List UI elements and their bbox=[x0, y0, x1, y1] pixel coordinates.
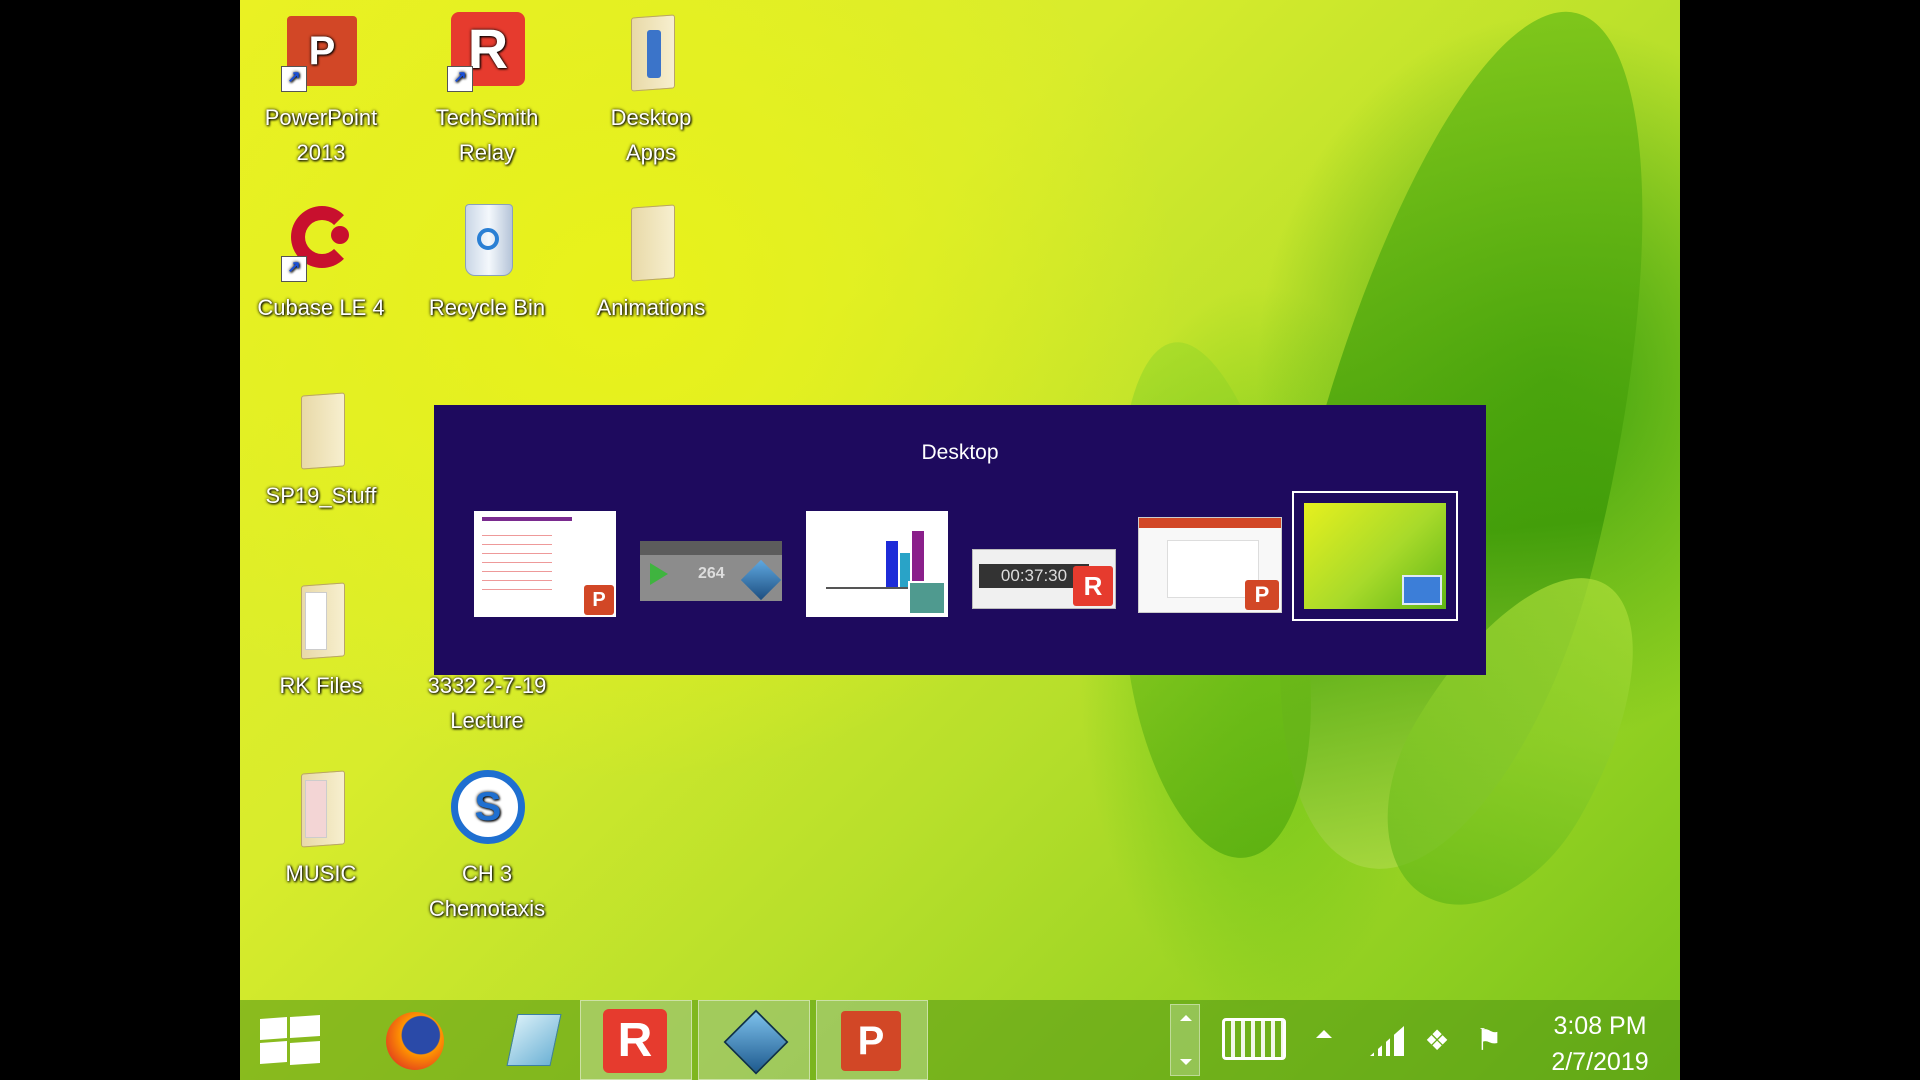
folder-icon bbox=[301, 392, 345, 470]
signal-icon[interactable] bbox=[1370, 1026, 1404, 1056]
shortcut-arrow-icon: ↗ bbox=[447, 66, 473, 92]
shortcut-arrow-icon: ↗ bbox=[281, 256, 307, 282]
desktop-icon-cubase[interactable]: ↗ Cubase LE 4 bbox=[246, 190, 396, 325]
icon-label: Cubase LE 4 bbox=[257, 295, 385, 320]
start-button[interactable] bbox=[240, 1000, 352, 1080]
techsmith-relay-icon: R bbox=[603, 1009, 667, 1073]
icon-label: PowerPoint bbox=[264, 105, 378, 130]
snagit-video-icon: S bbox=[451, 770, 525, 844]
clock-time: 3:08 PM bbox=[1553, 1012, 1647, 1040]
icon-label: CH 3 bbox=[461, 861, 513, 886]
switcher-thumb-powerpoint-slide[interactable]: P bbox=[464, 501, 626, 627]
desktop-screen: P ↗ PowerPoint 2013 R ↗ TechSmith Relay De… bbox=[240, 0, 1680, 1080]
chevron-down-icon bbox=[1180, 1059, 1192, 1065]
desktop-icon-rk-files[interactable]: RK Files bbox=[246, 568, 396, 703]
taskbar-scroll[interactable] bbox=[1170, 1004, 1200, 1076]
switcher-thumb-media-player[interactable]: 264 bbox=[630, 501, 792, 627]
folder-icon bbox=[631, 204, 675, 282]
desktop-icon-music[interactable]: MUSIC bbox=[246, 756, 396, 891]
shortcut-arrow-icon: ↗ bbox=[281, 66, 307, 92]
powerpoint-icon: P bbox=[841, 1011, 901, 1071]
icon-label: Recycle Bin bbox=[428, 295, 546, 320]
desktop-icon bbox=[1402, 575, 1442, 605]
switcher-thumb-powerpoint-window[interactable]: P bbox=[1128, 501, 1290, 627]
powerpoint-icon: P bbox=[1245, 580, 1279, 610]
icon-label: Lecture bbox=[450, 708, 524, 733]
icon-label: Animations bbox=[596, 295, 706, 320]
switcher-title: Desktop bbox=[921, 441, 999, 464]
taskbar-powerpoint[interactable]: P bbox=[816, 1000, 928, 1080]
task-switcher: Desktop P 264 00:37:30 R P bbox=[434, 405, 1486, 675]
icon-label: 2013 bbox=[296, 140, 346, 165]
desktop-icon-techsmith-relay[interactable]: R ↗ TechSmith Relay bbox=[412, 0, 562, 170]
techsmith-relay-icon: R bbox=[1073, 566, 1113, 606]
play-icon bbox=[650, 563, 668, 585]
action-center-flag-icon[interactable]: ⚑ bbox=[1472, 1024, 1506, 1058]
icon-label: MUSIC bbox=[285, 861, 357, 886]
desktop-icon-desktop-apps[interactable]: Desktop Apps bbox=[576, 0, 726, 170]
taskbar-cube-app[interactable] bbox=[698, 1000, 810, 1080]
windows-logo-icon bbox=[260, 1014, 320, 1066]
firefox-icon bbox=[386, 1012, 444, 1070]
icon-label: Relay bbox=[458, 140, 516, 165]
switcher-thumb-relay-recorder[interactable]: 00:37:30 R bbox=[962, 501, 1124, 627]
cube-icon bbox=[723, 1009, 789, 1075]
switcher-thumb-desktop[interactable] bbox=[1292, 491, 1458, 621]
desktop-icon-animations[interactable]: Animations bbox=[576, 190, 726, 325]
icon-label: Chemotaxis bbox=[428, 896, 546, 921]
show-hidden-icons-button[interactable] bbox=[1316, 1030, 1332, 1038]
clock-date: 2/7/2019 bbox=[1551, 1048, 1649, 1076]
icon-label: Apps bbox=[625, 140, 677, 165]
blue-app-icon bbox=[506, 1014, 562, 1066]
icon-label: SP19_Stuff bbox=[265, 483, 377, 508]
counter-text: 264 bbox=[698, 565, 725, 582]
switcher-thumb-chart[interactable] bbox=[796, 501, 958, 627]
dropbox-icon[interactable]: ❖ bbox=[1420, 1024, 1454, 1058]
taskbar: R P ❖ ⚑ 3:08 PM 2/7/2019 bbox=[240, 1000, 1680, 1080]
desktop-icon-sp19-stuff[interactable]: SP19_Stuff bbox=[246, 378, 396, 513]
icon-label: Desktop bbox=[610, 105, 692, 130]
clock[interactable]: 3:08 PM 2/7/2019 bbox=[1530, 1008, 1670, 1080]
taskbar-firefox[interactable] bbox=[358, 1000, 470, 1080]
desktop-icon-recycle-bin[interactable]: Recycle Bin bbox=[412, 190, 562, 325]
chevron-up-icon bbox=[1180, 1015, 1192, 1021]
icon-label: RK Files bbox=[279, 673, 363, 698]
desktop-icon-powerpoint[interactable]: P ↗ PowerPoint 2013 bbox=[246, 0, 396, 170]
desktop-icon-chemotaxis[interactable]: S CH 3 Chemotaxis bbox=[412, 756, 562, 926]
taskbar-blue-app[interactable] bbox=[476, 1000, 588, 1080]
taskbar-techsmith-relay[interactable]: R bbox=[580, 1000, 692, 1080]
cube-icon bbox=[740, 559, 782, 601]
app-badge-icon bbox=[908, 581, 946, 615]
keyboard-icon[interactable] bbox=[1222, 1018, 1286, 1060]
icon-label: TechSmith bbox=[435, 105, 539, 130]
powerpoint-icon: P bbox=[584, 585, 614, 615]
